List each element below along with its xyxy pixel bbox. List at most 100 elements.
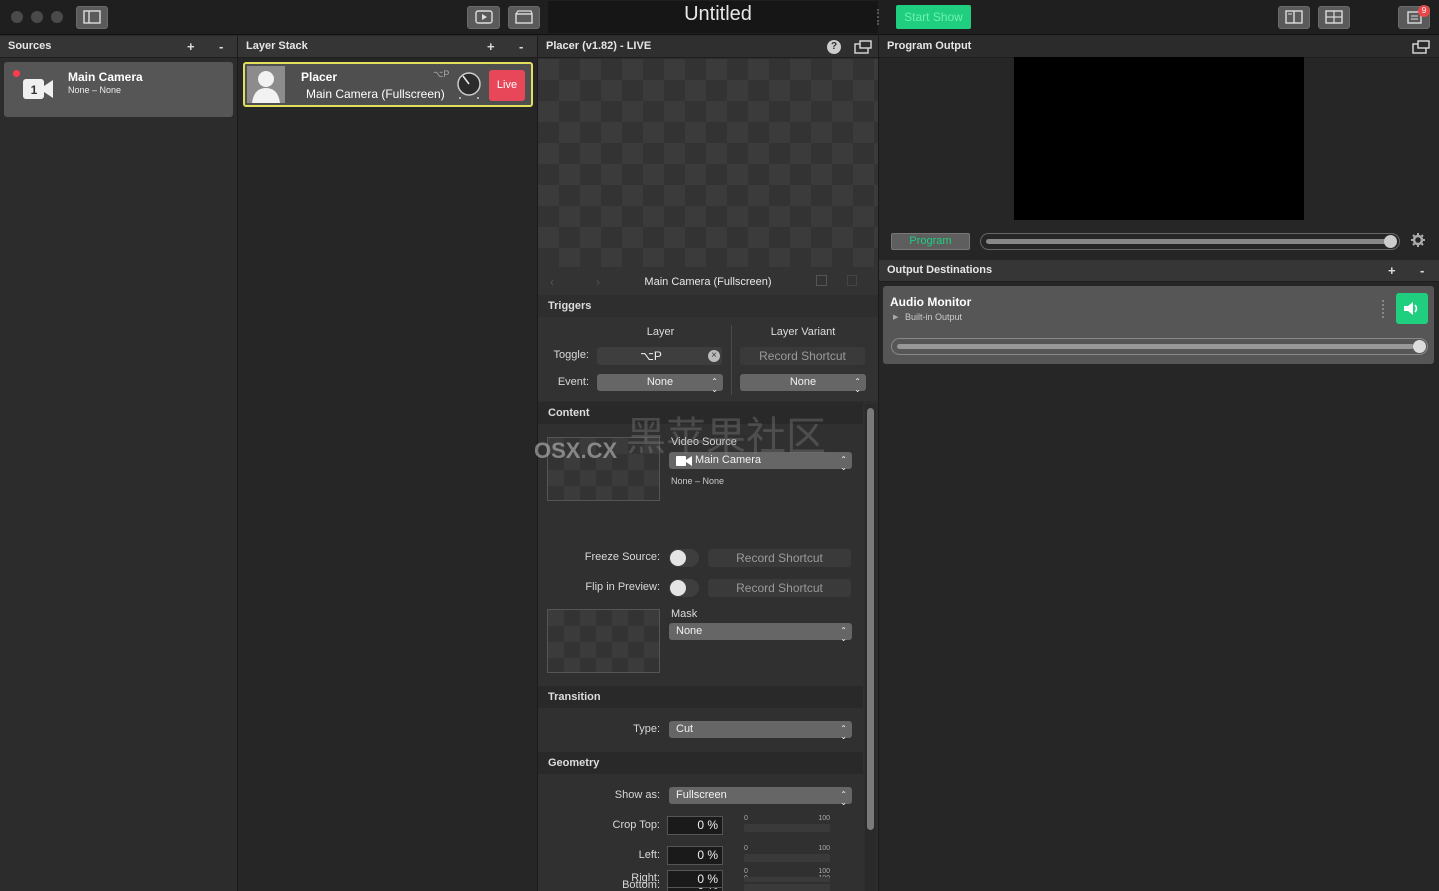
speaker-icon [1404,302,1418,315]
settings-scroll-area[interactable]: Content Video Source Main Camera ⌃ ⌄ None … [538,402,864,891]
triggers-section: Layer Layer Variant Toggle: ⌥P × Record … [538,317,878,401]
slider-knob[interactable] [1413,340,1426,353]
show-as-value: Fullscreen [676,789,727,801]
add-source-button[interactable]: + [187,36,195,57]
toggle-shortcut-field[interactable]: ⌥P × [597,347,722,365]
layer-stack-header: Layer Stack + - [238,36,537,58]
gear-icon[interactable] [1411,233,1425,247]
clear-shortcut-icon[interactable]: × [708,350,720,362]
crop-left-input[interactable]: 0 % [667,846,723,865]
title-bar: Untitled Start Show 9 [0,0,1439,35]
zoom-window-button[interactable] [51,11,63,23]
event-layer-value: None [646,376,674,388]
remove-layer-button[interactable]: - [519,36,523,57]
layer-thumbnail [247,66,285,103]
sources-header: Sources + - [0,36,237,58]
source-item-main-camera[interactable]: 1 Main Camera None – None [4,62,233,117]
settings-scrollbar[interactable] [865,404,876,891]
popout-window-icon[interactable] [1412,40,1430,54]
toggle-shortcut-value: ⌥P [640,349,662,363]
layer-stack-title: Layer Stack [246,40,308,52]
media-bin-button[interactable] [508,6,540,29]
duplicate-layer-icon[interactable] [816,275,827,286]
video-source-subtitle: None – None [671,476,725,486]
show-as-label: Show as: [614,789,660,801]
source-subtitle: None – None [68,85,122,95]
event-label: Event: [557,376,589,388]
mask-select[interactable]: None ⌃ ⌄ [669,623,852,643]
variant-record-shortcut-button[interactable]: Record Shortcut [740,347,865,365]
opacity-knob-icon[interactable] [455,71,483,101]
start-show-button[interactable]: Start Show [896,5,971,29]
event-variant-select[interactable]: None ⌃ ⌄ [740,374,866,394]
event-variant-value: None [789,376,817,388]
remove-destination-button[interactable]: - [1420,260,1424,281]
live-button[interactable]: Live [489,70,525,101]
slider-min: 0 [744,868,748,875]
drag-handle-icon[interactable] [1382,300,1384,318]
delete-layer-icon[interactable] [847,275,857,286]
show-as-select[interactable]: Fullscreen ⌃ ⌄ [669,787,852,807]
layout-split-button[interactable] [1278,6,1310,29]
crop-left-slider[interactable]: 0 100 [744,845,830,867]
slider-track [986,239,1389,244]
transition-type-value: Cut [676,723,694,735]
add-destination-button[interactable]: + [1388,260,1396,281]
notification-badge: 9 [1418,5,1430,17]
preview-toggle-button[interactable] [467,6,500,29]
minimize-window-button[interactable] [31,11,43,23]
layer-item-placer[interactable]: Placer Main Camera (Fullscreen) ⌥P Live [243,62,533,107]
mask-thumbnail [547,609,660,673]
output-destinations-header: Output Destinations + - [879,260,1439,282]
freeze-source-label: Freeze Source: [584,551,660,563]
toggle-knob [670,550,686,566]
crop-right-input[interactable]: 0 % [667,870,723,888]
placer-title: Placer (v1.82) - LIVE [546,40,652,52]
slider-track [744,854,830,862]
freeze-source-toggle[interactable] [669,549,699,567]
source-number: 1 [30,83,38,97]
watermark-logo: OSX.CX [534,438,618,463]
crop-left-label: Left: [638,849,660,861]
chevron-updown-icon: ⌃ ⌄ [840,724,847,741]
transition-type-select[interactable]: Cut ⌃ ⌄ [669,721,852,741]
slider-max: 100 [818,845,830,852]
destination-audio-monitor[interactable]: Audio Monitor ▶ Built-in Output [883,286,1434,364]
popout-window-icon[interactable] [854,40,872,54]
close-window-button[interactable] [11,11,23,23]
destination-volume-slider[interactable] [891,338,1428,355]
remove-source-button[interactable]: - [219,36,223,57]
sources-panel: Sources + - 1 Main Camera None – None [0,36,238,891]
event-layer-select[interactable]: None ⌃ ⌄ [597,374,723,394]
scrollbar-thumb[interactable] [867,408,874,830]
triggers-section-title: Triggers [538,295,878,317]
crop-top-input[interactable]: 0 % [667,816,723,835]
crop-right-slider[interactable]: 0 100 [744,868,830,890]
disclosure-triangle-icon[interactable]: ▶ [893,313,898,321]
toggle-label: Toggle: [553,349,589,361]
add-layer-button[interactable]: + [487,36,495,57]
clapperboard-icon [515,10,533,24]
title-divider [877,9,879,25]
help-icon[interactable]: ? [827,40,841,54]
output-destinations-title: Output Destinations [887,264,993,276]
slider-knob[interactable] [1384,235,1397,248]
flip-record-shortcut-button[interactable]: Record Shortcut [708,579,851,597]
crop-top-slider[interactable]: 0 100 [744,815,830,837]
window-title: Untitled [684,3,752,25]
slider-track [744,877,830,882]
live-indicator-dot [13,70,20,77]
slider-max: 100 [818,815,830,822]
layout-grid-button[interactable] [1318,6,1350,29]
program-level-slider[interactable] [980,233,1400,250]
transition-section-title: Transition [538,686,863,708]
crop-right-label: Right: [631,872,660,884]
destination-subtitle: Built-in Output [905,312,963,322]
trigger-column-divider [731,325,732,395]
toggle-sidebar-button[interactable] [76,6,108,29]
chevron-updown-icon: ⌃ ⌄ [854,377,861,394]
flip-preview-toggle[interactable] [669,579,699,597]
mute-button[interactable] [1396,293,1428,324]
program-button[interactable]: Program [891,233,970,250]
freeze-record-shortcut-button[interactable]: Record Shortcut [708,549,851,567]
